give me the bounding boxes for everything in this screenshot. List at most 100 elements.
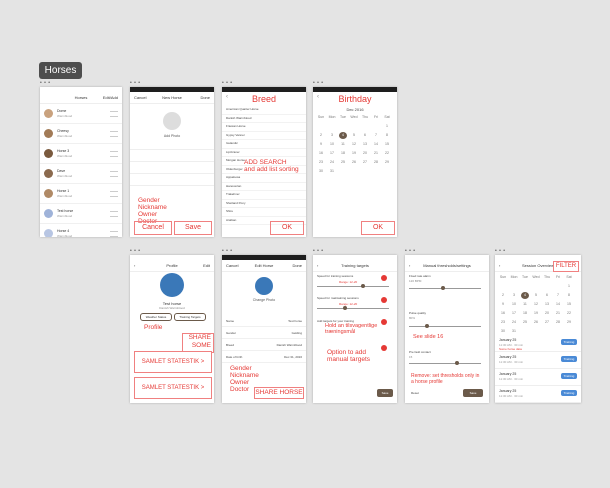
save-button[interactable]: Save <box>377 389 393 397</box>
calendar-day[interactable]: 29 <box>565 319 573 326</box>
session-item[interactable]: January 25 11:30 AM · 30 min Training <box>495 386 581 403</box>
calendar-day[interactable]: 8 <box>565 292 573 299</box>
drag-handle-icon[interactable] <box>110 131 118 137</box>
calendar-day[interactable]: 13 <box>361 141 369 148</box>
calendar-day[interactable]: 12 <box>532 301 540 308</box>
calendar-day[interactable]: 6 <box>361 132 369 139</box>
breed-list-item[interactable]: Trakehner <box>222 191 306 200</box>
horse-photo[interactable] <box>163 112 181 130</box>
breed-list-item[interactable]: American Quarter Horse <box>222 106 306 115</box>
calendar-day[interactable]: 11 <box>339 141 347 148</box>
form-field[interactable]: Gender Gelding <box>222 327 306 339</box>
calendar-day[interactable]: 16 <box>499 310 507 317</box>
horse-list-item[interactable]: Dome Warmblood <box>40 104 122 124</box>
calendar-day[interactable]: 4 <box>339 132 347 139</box>
calendar-day[interactable]: 3 <box>510 292 518 299</box>
calendar-day[interactable]: 27 <box>361 159 369 166</box>
save-button[interactable]: Save <box>174 221 212 235</box>
edit-add-button[interactable]: Edit/Add <box>103 92 118 103</box>
setting-1-slider[interactable] <box>361 284 365 288</box>
calendar-day[interactable] <box>361 123 369 130</box>
horse-list-item[interactable]: Horse 4 Warmblood <box>40 224 122 237</box>
horse-list-item[interactable]: Cheesy Warmblood <box>40 124 122 144</box>
calendar-day[interactable]: 18 <box>521 310 529 317</box>
calendar-day[interactable] <box>339 123 347 130</box>
ok-button[interactable]: OK <box>361 221 395 235</box>
setting-2-toggle[interactable] <box>381 297 387 303</box>
calendar-day[interactable]: 22 <box>565 310 573 317</box>
calendar-day[interactable]: 29 <box>383 159 391 166</box>
calendar-day[interactable]: 9 <box>499 301 507 308</box>
calendar-day[interactable] <box>372 123 380 130</box>
setting-1-slider[interactable] <box>441 286 445 290</box>
calendar-day[interactable]: 23 <box>317 159 325 166</box>
change-photo-label[interactable]: Change Photo <box>222 298 306 302</box>
setting-1-toggle[interactable] <box>381 275 387 281</box>
calendar-day[interactable]: 1 <box>565 283 573 290</box>
calendar-day[interactable]: 27 <box>543 319 551 326</box>
month-label[interactable]: Dec 2016 <box>313 107 397 112</box>
calendar-day[interactable]: 22 <box>383 150 391 157</box>
form-field[interactable]: Name Test horse <box>222 315 306 327</box>
breed-list-item[interactable]: Lipizzaner <box>222 149 306 157</box>
calendar-day[interactable] <box>510 283 518 290</box>
edit-button[interactable]: Edit <box>203 260 210 271</box>
calendar-day[interactable]: 11 <box>521 301 529 308</box>
calendar-day[interactable]: 13 <box>543 301 551 308</box>
calendar-day[interactable]: 20 <box>361 150 369 157</box>
calendar-day[interactable]: 15 <box>565 301 573 308</box>
calendar-day[interactable]: 7 <box>372 132 380 139</box>
calendar-day[interactable]: 21 <box>372 150 380 157</box>
filter-button[interactable]: FILTER <box>553 261 579 272</box>
calendar-day[interactable]: 15 <box>383 141 391 148</box>
breed-list-item[interactable]: Gypsy Vanner <box>222 132 306 140</box>
calendar-day[interactable] <box>543 283 551 290</box>
calendar-day[interactable]: 5 <box>532 292 540 299</box>
save-button[interactable]: Save <box>463 389 483 397</box>
drag-handle-icon[interactable] <box>110 211 118 217</box>
calendar-day[interactable]: 31 <box>510 328 518 335</box>
calendar-day[interactable]: 14 <box>372 141 380 148</box>
calendar-day[interactable]: 1 <box>383 123 391 130</box>
setting-3-toggle[interactable] <box>381 319 387 325</box>
breed-list-item[interactable]: Hanoverian <box>222 183 306 191</box>
stats-button-2[interactable]: SAMLET STATESTIK > <box>134 377 212 399</box>
training-targets-button[interactable]: Training Targets <box>174 313 206 321</box>
calendar-day[interactable]: 19 <box>350 150 358 157</box>
calendar-day[interactable] <box>532 283 540 290</box>
calendar-day[interactable]: 10 <box>510 301 518 308</box>
form-field[interactable]: Breed Danish Warmblood <box>222 339 306 351</box>
calendar-day[interactable]: 30 <box>499 328 507 335</box>
calendar-day[interactable]: 31 <box>328 168 336 175</box>
breed-list-item[interactable]: Danish Warmblood <box>222 115 306 123</box>
calendar-day[interactable]: 17 <box>328 150 336 157</box>
calendar-day[interactable]: 6 <box>543 292 551 299</box>
calendar-day[interactable]: 19 <box>532 310 540 317</box>
cancel-button[interactable]: Cancel <box>134 221 172 235</box>
calendar-day[interactable]: 10 <box>328 141 336 148</box>
calendar-day[interactable]: 28 <box>372 159 380 166</box>
calendar-day[interactable]: 3 <box>328 132 336 139</box>
done-button[interactable]: Done <box>200 92 210 103</box>
breed-list-item[interactable]: Shetland Pony <box>222 200 306 208</box>
setting-2-slider[interactable] <box>343 306 347 310</box>
reset-button[interactable]: Reset <box>411 391 419 395</box>
form-field[interactable]: Date of birth Dec 31, 2016 <box>222 351 306 363</box>
calendar-day[interactable]: 25 <box>339 159 347 166</box>
breed-list-item[interactable]: Friesian Horse <box>222 123 306 132</box>
calendar-day[interactable]: 14 <box>554 301 562 308</box>
calendar-day[interactable] <box>554 283 562 290</box>
done-button[interactable]: Done <box>292 260 302 271</box>
calendar-day[interactable] <box>521 283 529 290</box>
calendar-day[interactable]: 8 <box>383 132 391 139</box>
setting-2-slider[interactable] <box>425 324 429 328</box>
calendar-day[interactable] <box>499 283 507 290</box>
drag-handle-icon[interactable] <box>110 151 118 157</box>
horse-list-item[interactable]: Horse 3 Warmblood <box>40 144 122 164</box>
calendar-day[interactable]: 12 <box>350 141 358 148</box>
breed-list-item[interactable]: Icelandic <box>222 140 306 149</box>
calendar-day[interactable]: 26 <box>532 319 540 326</box>
calendar-day[interactable] <box>328 123 336 130</box>
session-item[interactable]: January 25 11:30 AM · 30 min Training <box>495 369 581 386</box>
stats-button-1[interactable]: SAMLET STATESTIK > <box>134 351 212 373</box>
